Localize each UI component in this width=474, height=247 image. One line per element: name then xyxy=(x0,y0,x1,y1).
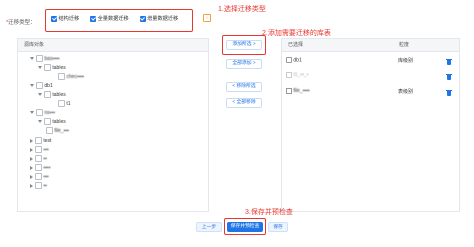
delete-icon[interactable] xyxy=(446,73,452,80)
tree-node-db[interactable]: ▪▪ xyxy=(30,155,47,163)
selected-panel-header: 已选择 粒度 xyxy=(282,39,459,52)
table-icon xyxy=(286,72,292,78)
caret-down-icon[interactable] xyxy=(38,66,42,70)
selected-row: file_▪▪▪▪ xyxy=(286,88,310,94)
step2-annotation: 2.添加需要迁移的库表 xyxy=(262,30,331,37)
caret-down-icon[interactable] xyxy=(38,120,42,124)
checkbox-icon[interactable] xyxy=(36,55,43,63)
table-icon xyxy=(286,88,292,94)
save-and-precheck-button[interactable]: 保存并预检查 xyxy=(227,222,263,232)
checkbox-icon[interactable] xyxy=(35,173,42,181)
tree-node-tables[interactable]: tables xyxy=(38,91,66,99)
selected-row: db1 xyxy=(286,57,302,63)
checkbox-checked-icon[interactable] xyxy=(139,15,146,22)
option-incremental[interactable]: 增量数据迁移 xyxy=(139,15,178,22)
previous-step-button[interactable]: 上一步 xyxy=(196,222,222,232)
delete-icon[interactable] xyxy=(446,89,452,96)
add-selected-button[interactable]: 添加所选 > xyxy=(226,40,262,50)
selected-row: t1_▪▪_▪ xyxy=(286,72,308,78)
delete-icon[interactable] xyxy=(446,58,452,65)
caret-right-icon[interactable] xyxy=(30,147,33,152)
checkbox-icon[interactable] xyxy=(44,118,51,126)
checkbox-icon[interactable] xyxy=(44,64,51,72)
tree-node-db[interactable]: ▪▪ xyxy=(30,182,47,190)
tree-node-db[interactable]: test xyxy=(30,137,51,145)
checkbox-icon[interactable] xyxy=(35,182,42,190)
caret-right-icon[interactable] xyxy=(30,174,33,179)
info-icon[interactable]: i xyxy=(203,14,211,22)
checkbox-icon[interactable] xyxy=(58,100,65,108)
checkbox-icon[interactable] xyxy=(44,91,51,99)
remove-selected-button[interactable]: < 移除所选 xyxy=(226,82,262,92)
checkbox-icon[interactable] xyxy=(36,82,43,90)
tree-node-db[interactable]: bas▪▪▪▪ xyxy=(30,55,60,63)
step1-annotation: 1.选择迁移类型 xyxy=(218,6,266,13)
checkbox-icon[interactable] xyxy=(35,146,42,154)
tree-node-db[interactable]: ns▪▪▪ xyxy=(30,109,55,117)
source-objects-panel: 源库对象 bas▪▪▪▪ tables chec▪▪▪▪ db1 tables … xyxy=(17,38,209,212)
save-button[interactable]: 保存 xyxy=(268,222,288,232)
checkbox-icon[interactable] xyxy=(46,127,53,135)
source-panel-header: 源库对象 xyxy=(18,39,208,52)
add-all-button[interactable]: 全部添加 > xyxy=(226,59,262,69)
selected-column-header: 已选择 xyxy=(288,42,304,48)
tree-node-db[interactable]: ▪▪▪ xyxy=(30,173,49,181)
tree-node-tables[interactable]: tables xyxy=(38,64,66,72)
caret-down-icon[interactable] xyxy=(38,93,42,97)
tree-node-table[interactable]: t1 xyxy=(58,100,71,108)
migration-type-label: *迁移类型： xyxy=(6,18,36,26)
checkbox-icon[interactable] xyxy=(35,164,42,172)
caret-right-icon[interactable] xyxy=(30,183,33,188)
caret-down-icon[interactable] xyxy=(30,111,34,115)
migration-type-text: 迁移类型： xyxy=(8,20,36,26)
option-schema[interactable]: 结构迁移 xyxy=(51,15,79,22)
migration-type-options: 结构迁移 全量数据迁移 增量数据迁移 xyxy=(51,15,178,22)
remove-all-button[interactable]: < 全部移除 xyxy=(226,98,262,108)
selected-objects-panel: 已选择 粒度 db1 库级别 t1_▪▪_▪ file_▪▪▪▪ 表级别 xyxy=(281,38,460,212)
tree-node-table[interactable]: chec▪▪▪▪ xyxy=(58,73,84,81)
caret-right-icon[interactable] xyxy=(30,156,33,161)
granularity-value: 表级别 xyxy=(398,89,414,95)
checkbox-checked-icon[interactable] xyxy=(90,15,97,22)
tree-node-db[interactable]: ▪▪▪ xyxy=(30,146,49,154)
option-full-data[interactable]: 全量数据迁移 xyxy=(90,15,129,22)
tree-node-table[interactable]: file_▪▪▪ xyxy=(46,127,69,135)
tree-node-db[interactable]: db1 xyxy=(30,82,53,90)
checkbox-icon[interactable] xyxy=(36,109,43,117)
checkbox-icon[interactable] xyxy=(35,137,42,145)
database-icon xyxy=(286,57,292,63)
granularity-column-header: 粒度 xyxy=(399,42,410,48)
caret-right-icon[interactable] xyxy=(30,138,33,143)
caret-down-icon[interactable] xyxy=(30,84,34,88)
checkbox-icon[interactable] xyxy=(35,155,42,163)
step3-annotation: 3.保存并预检查 xyxy=(245,209,293,216)
caret-down-icon[interactable] xyxy=(30,57,34,61)
granularity-value: 库级别 xyxy=(398,58,414,64)
tree-node-db[interactable]: ▪▪▪▪ xyxy=(30,164,50,172)
caret-right-icon[interactable] xyxy=(30,165,33,170)
tree-node-tables[interactable]: tables xyxy=(38,118,66,126)
checkbox-icon[interactable] xyxy=(58,73,65,81)
checkbox-checked-icon[interactable] xyxy=(51,15,57,22)
